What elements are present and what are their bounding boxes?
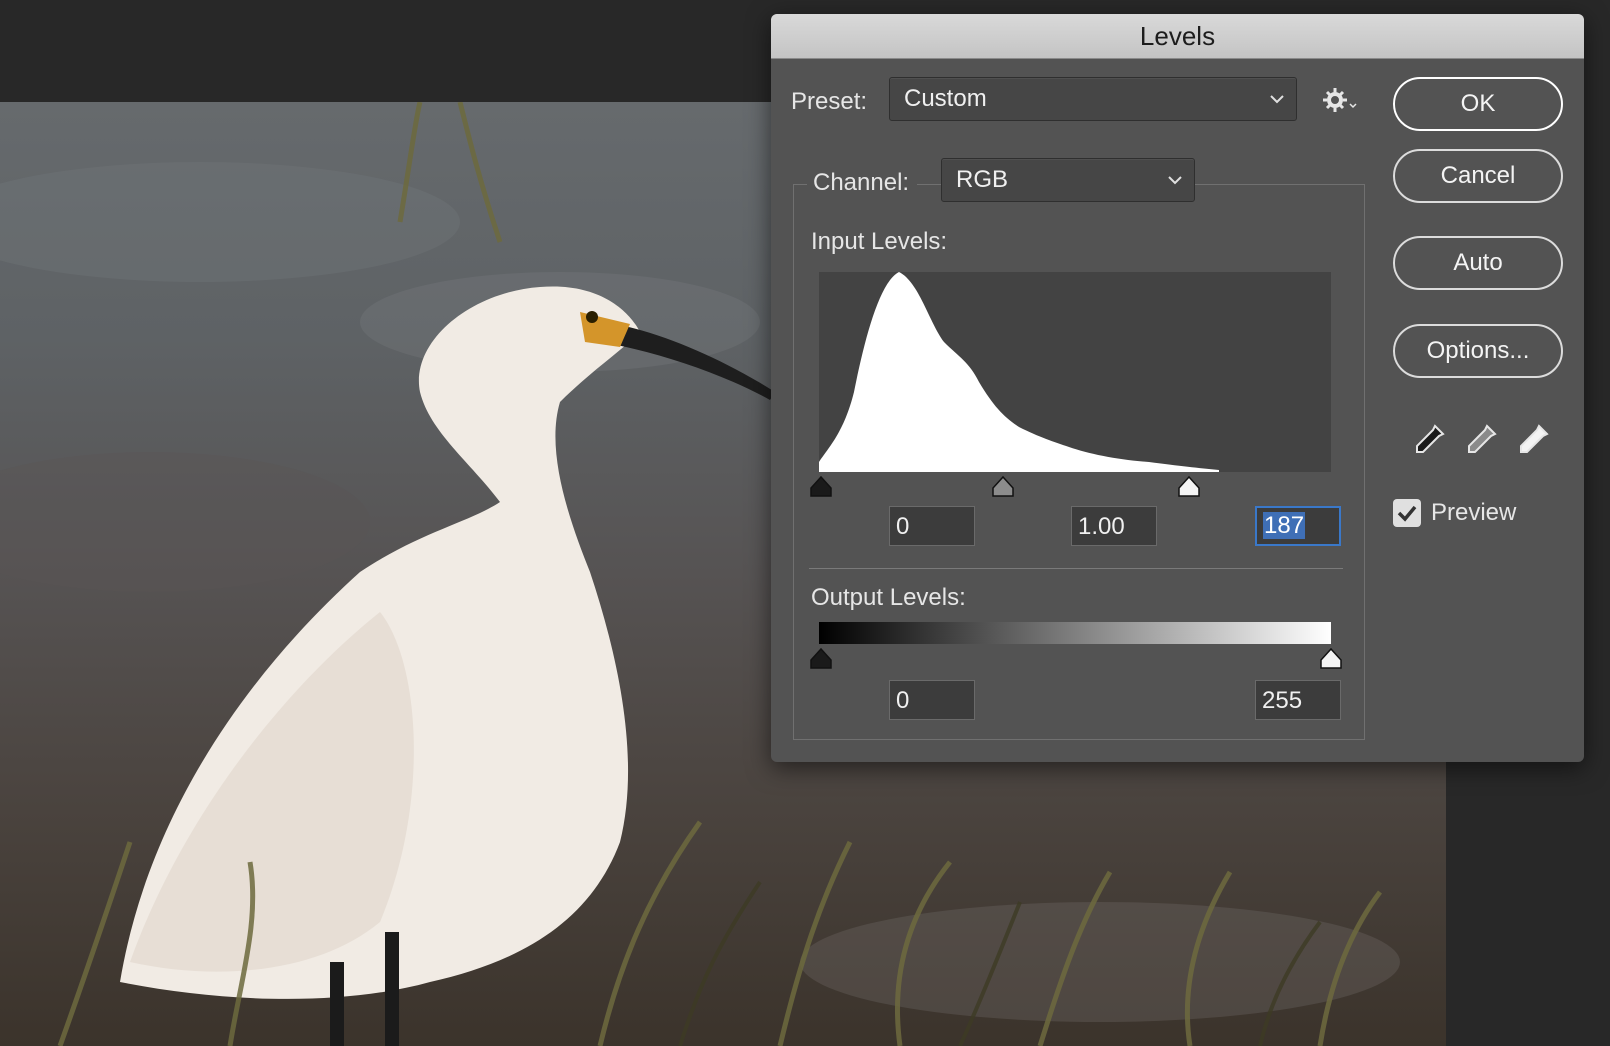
channel-dropdown[interactable]: RGB [941, 158, 1195, 202]
input-gamma-field[interactable]: 1.00 [1071, 506, 1157, 546]
output-black-field[interactable]: 0 [889, 680, 975, 720]
cancel-button[interactable]: Cancel [1393, 149, 1563, 203]
preview-checkbox[interactable] [1393, 499, 1421, 527]
gray-point-eyedropper-icon[interactable] [1463, 422, 1499, 458]
output-levels-label: Output Levels: [811, 584, 966, 611]
input-white-slider[interactable] [1177, 474, 1201, 498]
auto-button[interactable]: Auto [1393, 236, 1563, 290]
preset-dropdown[interactable]: Custom [889, 77, 1297, 121]
gear-icon[interactable] [1323, 86, 1359, 114]
input-levels-label: Input Levels: [811, 228, 948, 255]
input-black-slider[interactable] [809, 474, 833, 498]
input-gamma-slider[interactable] [991, 474, 1015, 498]
output-white-field[interactable]: 255 [1255, 680, 1341, 720]
chevron-down-icon [1168, 176, 1182, 185]
black-point-eyedropper-icon[interactable] [1411, 422, 1447, 458]
input-white-field[interactable]: 187 [1255, 506, 1341, 546]
dialog-title: Levels [771, 14, 1584, 59]
preset-value: Custom [904, 85, 987, 112]
divider [809, 568, 1343, 569]
options-button[interactable]: Options... [1393, 324, 1563, 378]
histogram [819, 272, 1331, 472]
input-black-field[interactable]: 0 [889, 506, 975, 546]
preset-label: Preset: [791, 88, 868, 115]
output-gradient-bar [819, 622, 1331, 644]
output-white-slider[interactable] [1319, 646, 1343, 670]
white-point-eyedropper-icon[interactable] [1515, 422, 1551, 458]
chevron-down-icon [1270, 95, 1284, 104]
input-white-value: 187 [1263, 512, 1306, 539]
ok-button[interactable]: OK [1393, 77, 1563, 131]
levels-dialog: Levels Preset: Custom OK Cancel Auto Opt… [771, 14, 1584, 762]
channel-value: RGB [956, 166, 1009, 193]
preview-label: Preview [1431, 499, 1517, 526]
histogram-graph [819, 272, 1219, 472]
output-black-slider[interactable] [809, 646, 833, 670]
channel-label: Channel: [807, 168, 918, 198]
checkmark-icon [1397, 505, 1417, 522]
